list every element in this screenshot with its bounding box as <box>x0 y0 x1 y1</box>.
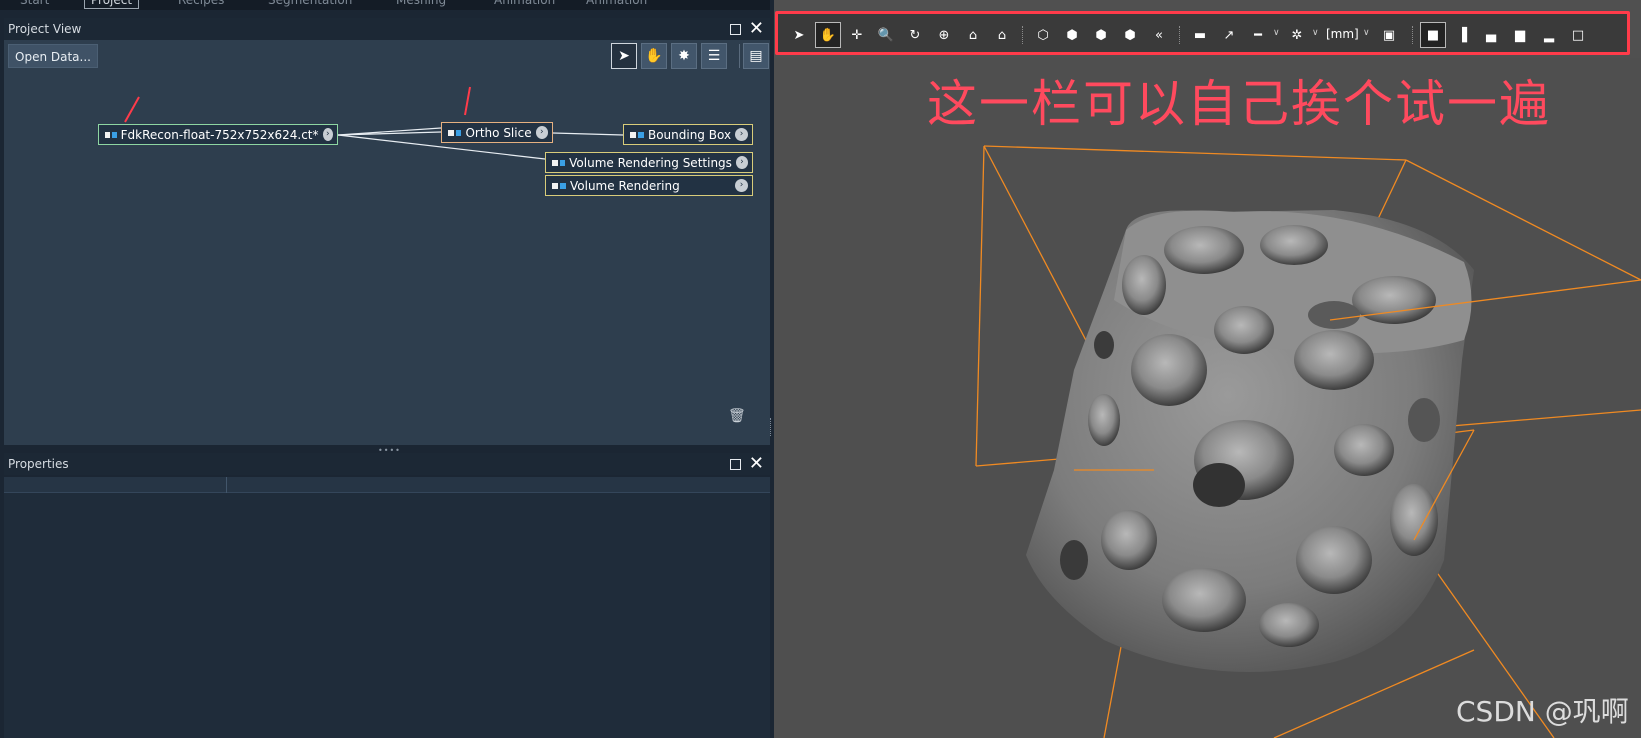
porous-sample-render <box>1026 210 1474 673</box>
graph-node-volume-rendering[interactable]: Volume Rendering › <box>545 175 753 196</box>
graph-node-ortho-slice[interactable]: Ortho Slice › <box>441 122 553 143</box>
close-icon[interactable]: ✕ <box>749 18 764 40</box>
node-menu-icon[interactable]: › <box>735 128 749 141</box>
tab-animation-2[interactable]: Animation <box>586 0 647 9</box>
app-window: Start Project Recipes Segmentation Meshi… <box>0 0 1641 738</box>
panel-toggle-icon[interactable]: ▤ <box>743 43 769 69</box>
tab-animation[interactable]: Animation <box>494 0 555 9</box>
graph-node-vr-settings[interactable]: Volume Rendering Settings › <box>545 152 753 173</box>
tree-view-icon[interactable]: ☰ <box>701 43 727 69</box>
toolbar-divider <box>739 44 740 68</box>
tab-start[interactable]: Start <box>20 0 49 9</box>
port-icon <box>455 129 462 136</box>
annotation-text: 这一栏可以自己挨个试一遍 <box>927 75 1551 133</box>
workroom-tab-bar: Start Project Recipes Segmentation Meshi… <box>0 0 775 10</box>
port-icon <box>637 131 644 138</box>
graph-node-label: Volume Rendering <box>570 178 680 193</box>
node-menu-icon[interactable]: › <box>322 128 333 141</box>
tab-meshing[interactable]: Meshing <box>396 0 446 9</box>
graph-node-label: Bounding Box <box>647 127 732 142</box>
graph-node-data[interactable]: FdkRecon-float-752x752x624.ct* › <box>98 124 338 145</box>
graph-node-bounding-box[interactable]: Bounding Box › <box>623 124 753 145</box>
properties-header: Properties ✕ <box>4 453 770 475</box>
tab-segmentation[interactable]: Segmentation <box>268 0 352 9</box>
graph-node-label: Ortho Slice <box>465 125 532 140</box>
trash-icon[interactable]: 🗑 <box>728 408 746 424</box>
splitter-grip-icon[interactable] <box>770 418 773 436</box>
visibility-toggle-icon[interactable] <box>448 129 454 136</box>
graph-connections <box>124 86 624 160</box>
visibility-toggle-icon[interactable] <box>105 131 110 138</box>
close-icon[interactable]: ✕ <box>749 453 764 475</box>
project-graph-canvas[interactable]: Open Data... ➤ ✋ ✸ ☰ ▤ FdkRecon-float-75… <box>4 40 770 445</box>
tab-project[interactable]: Project <box>84 0 140 9</box>
auto-layout-icon[interactable]: ✸ <box>671 43 697 69</box>
node-menu-icon[interactable]: › <box>735 179 748 192</box>
watermark: CSDN @巩啊 <box>1456 695 1629 728</box>
column-divider[interactable] <box>226 477 227 493</box>
hand-icon[interactable]: ✋ <box>641 43 667 69</box>
project-view-header: Project View ✕ <box>4 18 770 40</box>
properties-title: Properties <box>8 457 69 471</box>
open-data-button[interactable]: Open Data... <box>8 44 98 68</box>
connection-ortho-bbox <box>552 132 624 136</box>
port-icon <box>111 131 117 138</box>
project-view-title: Project View <box>8 22 82 36</box>
properties-column-header <box>4 477 770 493</box>
graph-node-label: Volume Rendering Settings <box>569 155 732 170</box>
maximize-icon[interactable] <box>729 458 741 470</box>
tab-recipes[interactable]: Recipes <box>178 0 224 9</box>
maximize-icon[interactable] <box>729 23 741 35</box>
node-menu-icon[interactable]: › <box>735 156 748 169</box>
port-icon <box>560 182 566 189</box>
visibility-toggle-icon[interactable] <box>552 182 558 189</box>
red-arrow-1 <box>124 96 140 123</box>
port-icon <box>559 159 566 166</box>
visibility-toggle-icon[interactable] <box>552 159 558 166</box>
properties-panel[interactable] <box>4 477 770 738</box>
visibility-toggle-icon[interactable] <box>630 131 636 138</box>
node-menu-icon[interactable]: › <box>535 126 549 139</box>
graph-node-label: FdkRecon-float-752x752x624.ct* <box>120 127 319 142</box>
red-arrow-2 <box>464 86 471 116</box>
pointer-icon[interactable]: ➤ <box>611 43 637 69</box>
